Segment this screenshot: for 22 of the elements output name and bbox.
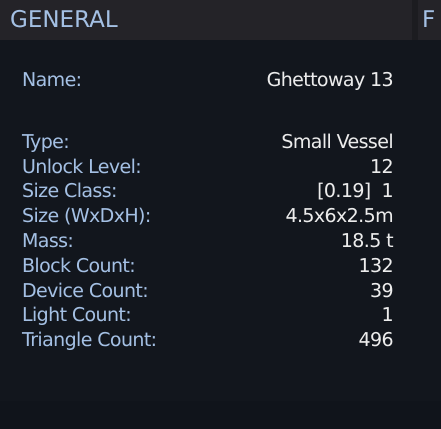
field-value: 4.5x6x2.5m [285,204,393,229]
field-value: 1 [382,303,393,328]
field-label: Name: [22,68,82,93]
field-value: 12 [370,154,393,180]
field-value: Ghettoway 13 [266,68,393,93]
section-header: GENERAL [0,0,412,40]
field-label: Size Class: [22,179,117,204]
field-label: Light Count: [22,303,132,328]
field-label: Unlock Level: [22,154,142,180]
section-header: F [418,0,441,40]
field-value: 496 [358,328,393,353]
field-label: Mass: [22,228,74,254]
field-value: 18.5 t [340,228,393,254]
field-label: Triangle Count: [22,328,156,353]
field-value: 132 [358,254,393,279]
field-value: [0.19] 1 [317,179,393,204]
field-label: Device Count: [22,278,148,304]
field-value: Small Vessel [281,130,393,155]
field-label: Type: [22,130,70,155]
field-label: Size (WxDxH): [22,204,151,229]
field-value: 39 [370,278,393,304]
field-label: Block Count: [22,254,136,279]
